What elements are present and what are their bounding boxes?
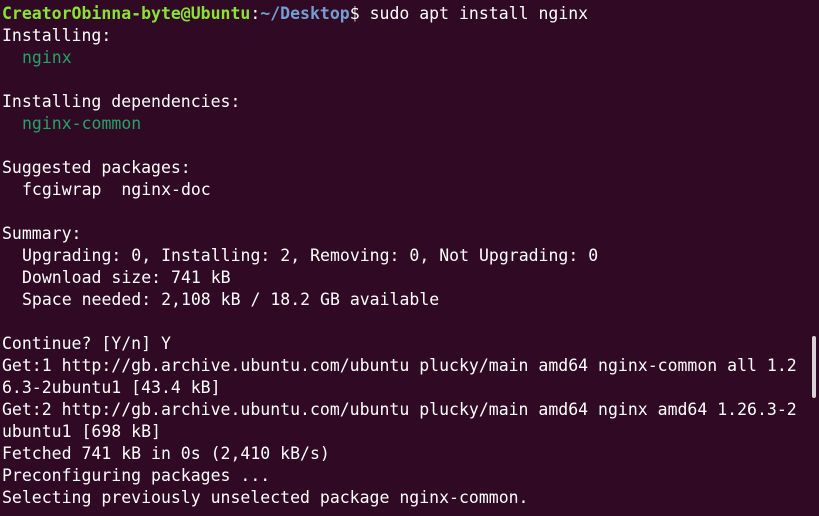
prompt-dollar: $ [349,4,360,23]
output-text: Get:1 http://gb.archive.ubuntu.com/ubunt… [2,356,797,375]
prompt-colon: : [250,4,261,23]
prompt-user-host: CreatorObinna-byte@Ubuntu [2,4,251,23]
output-line: Summary: [2,223,819,245]
output-line: Suggested packages: [2,157,819,179]
output-line: Upgrading: 0, Installing: 2, Removing: 0… [2,245,819,267]
output-text: Installing: [2,26,112,45]
output-line: Selecting previously unselected package … [2,487,819,509]
output-text: Installing dependencies: [2,92,241,111]
output-line: Fetched 741 kB in 0s (2,410 kB/s) [2,443,819,465]
output-line: ubuntu1 [698 kB] [2,421,819,443]
output-text: Get:2 http://gb.archive.ubuntu.com/ubunt… [2,400,797,419]
output-text: Space needed: 2,108 kB / 18.2 GB availab… [22,290,440,309]
output-text: ubuntu1 [698 kB] [2,422,161,441]
terminal-output: Installing: nginx Installing dependencies:… [2,25,819,509]
package-name: nginx-common [22,114,142,133]
output-text: fcgiwrap nginx-doc [22,180,211,199]
output-line: Installing dependencies: [2,91,819,113]
output-line: Space needed: 2,108 kB / 18.2 GB availab… [2,289,819,311]
output-line: Installing: [2,25,819,47]
scrollbar-thumb[interactable] [812,336,816,398]
prompt-line: CreatorObinna-byte@Ubuntu:~/Desktop$ sud… [2,3,819,25]
output-text: Continue? [Y/n] Y [2,334,171,353]
output-line: Get:2 http://gb.archive.ubuntu.com/ubunt… [2,399,819,421]
output-line: fcgiwrap nginx-doc [2,179,819,201]
prompt-path: ~/Desktop [260,4,350,23]
prompt-command: sudo apt install nginx [359,4,589,23]
output-text: Download size: 741 kB [22,268,231,287]
output-text: Selecting previously unselected package … [2,488,529,507]
scrollbar[interactable] [809,0,819,516]
output-text: Summary: [2,224,82,243]
output-line: Continue? [Y/n] Y [2,333,819,355]
output-text: Preconfiguring packages ... [2,466,271,485]
package-name: nginx [22,48,72,67]
output-text: 6.3-2ubuntu1 [43.4 kB] [2,378,221,397]
output-text: Upgrading: 0, Installing: 2, Removing: 0… [22,246,599,265]
output-line: Get:1 http://gb.archive.ubuntu.com/ubunt… [2,355,819,377]
output-line: 6.3-2ubuntu1 [43.4 kB] [2,377,819,399]
output-text: Fetched 741 kB in 0s (2,410 kB/s) [2,444,330,463]
output-text: Suggested packages: [2,158,191,177]
output-line: Preconfiguring packages ... [2,465,819,487]
output-line: nginx-common [2,113,819,135]
output-line: Download size: 741 kB [2,267,819,289]
output-line: nginx [2,47,819,69]
terminal-window[interactable]: CreatorObinna-byte@Ubuntu:~/Desktop$ sud… [0,0,819,516]
